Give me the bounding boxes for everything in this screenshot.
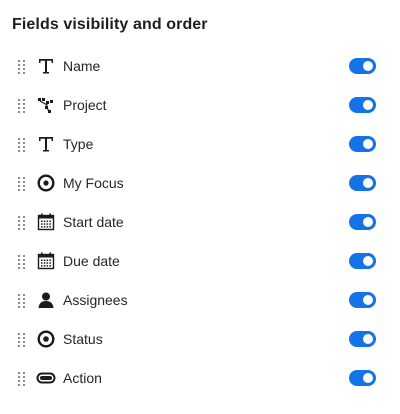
field-label: Project xyxy=(63,97,107,113)
panel-title: Fields visibility and order xyxy=(12,16,208,33)
field-label: Assignees xyxy=(63,292,128,308)
drag-handle-icon[interactable] xyxy=(17,333,27,347)
field-row-status[interactable]: Status xyxy=(0,320,400,359)
visibility-toggle[interactable] xyxy=(349,58,376,74)
action-pill-icon xyxy=(36,372,56,384)
field-row-name[interactable]: Name xyxy=(0,47,400,86)
visibility-toggle[interactable] xyxy=(349,292,376,308)
field-row-project[interactable]: Project xyxy=(0,86,400,125)
field-label: Action xyxy=(63,370,102,386)
calendar-icon xyxy=(37,213,55,231)
calendar-icon xyxy=(37,252,55,270)
drag-handle-icon[interactable] xyxy=(17,294,27,308)
field-label: My Focus xyxy=(63,175,124,191)
person-icon xyxy=(38,292,54,308)
visibility-toggle[interactable] xyxy=(349,214,376,230)
text-type-icon xyxy=(39,59,53,74)
visibility-toggle[interactable] xyxy=(349,331,376,347)
drag-handle-icon[interactable] xyxy=(17,99,27,113)
field-label: Start date xyxy=(63,214,124,230)
field-label: Status xyxy=(63,331,103,347)
drag-handle-icon[interactable] xyxy=(17,138,27,152)
drag-handle-icon[interactable] xyxy=(17,372,27,386)
target-icon xyxy=(37,174,55,192)
text-type-icon xyxy=(39,137,53,152)
drag-handle-icon[interactable] xyxy=(17,60,27,74)
field-label: Type xyxy=(63,136,94,152)
field-label: Name xyxy=(63,58,101,74)
fields-list: Name Project Type My Focus Start date Du… xyxy=(0,47,400,398)
visibility-toggle[interactable] xyxy=(349,253,376,269)
field-row-start-date[interactable]: Start date xyxy=(0,203,400,242)
project-hierarchy-icon xyxy=(38,98,53,113)
visibility-toggle[interactable] xyxy=(349,97,376,113)
visibility-toggle[interactable] xyxy=(349,136,376,152)
drag-handle-icon[interactable] xyxy=(17,177,27,191)
visibility-toggle[interactable] xyxy=(349,175,376,191)
field-row-type[interactable]: Type xyxy=(0,125,400,164)
status-circle-icon xyxy=(37,330,55,348)
drag-handle-icon[interactable] xyxy=(17,216,27,230)
field-row-action[interactable]: Action xyxy=(0,359,400,398)
field-row-my-focus[interactable]: My Focus xyxy=(0,164,400,203)
field-row-assignees[interactable]: Assignees xyxy=(0,281,400,320)
field-row-due-date[interactable]: Due date xyxy=(0,242,400,281)
drag-handle-icon[interactable] xyxy=(17,255,27,269)
field-label: Due date xyxy=(63,253,120,269)
visibility-toggle[interactable] xyxy=(349,370,376,386)
